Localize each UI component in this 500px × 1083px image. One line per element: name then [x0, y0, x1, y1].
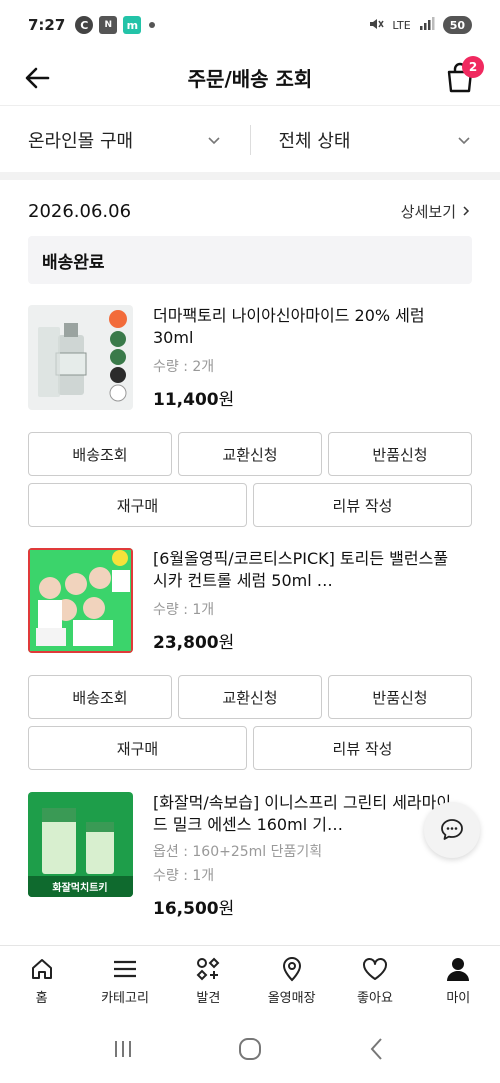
- reorder-button[interactable]: 재구매: [28, 483, 247, 527]
- product-price: 23,800원: [153, 633, 235, 653]
- nav-store-label: 올영매장: [267, 991, 316, 1006]
- order-header: 2026.06.06 상세보기: [28, 196, 472, 226]
- nav-likes-label: 좋아요: [357, 991, 393, 1006]
- nav-my[interactable]: 마이: [417, 946, 500, 1015]
- item-actions-row: 재구매 리뷰 작성: [28, 483, 472, 527]
- c-icon: C: [75, 16, 94, 34]
- nav-category[interactable]: 카테고리: [83, 946, 166, 1015]
- notification-dot-icon: [149, 22, 156, 28]
- exchange-request-button[interactable]: 교환신청: [178, 675, 322, 719]
- cart-button[interactable]: 2: [442, 56, 484, 96]
- order-item[interactable]: [6월올영픽/코르티스PICK] 토리든 밸런스풀 시카 컨트롤 세럼 50ml…: [28, 548, 472, 658]
- order-date: 2026.06.06: [28, 200, 132, 222]
- write-review-button[interactable]: 리뷰 작성: [253, 483, 472, 527]
- product-quantity: 수량 : 1개: [153, 602, 215, 618]
- return-request-button[interactable]: 반품신청: [328, 675, 472, 719]
- delivery-status-box: 배송완료: [28, 236, 472, 284]
- bottom-navigation: 홈 카테고리 발견 올영매장 좋아요 마이: [0, 945, 500, 1015]
- product-thumbnail[interactable]: 화잘먹치트키: [28, 792, 133, 897]
- person-icon: [447, 958, 470, 981]
- menu-icon: [113, 960, 136, 978]
- app-header: 주문/배송 조회 2: [0, 50, 500, 106]
- reorder-button[interactable]: 재구매: [28, 726, 247, 770]
- product-option: 옵션 : 160+25ml 단품기획: [153, 844, 323, 860]
- thumbnail-text: 화잘먹치트키: [52, 881, 107, 894]
- product-thumbnail[interactable]: [28, 548, 133, 653]
- chevron-down-icon: [207, 137, 220, 145]
- item-actions-row: 배송조회 교환신청 반품신청: [28, 675, 472, 719]
- nav-home[interactable]: 홈: [0, 946, 83, 1015]
- home-icon: [31, 959, 52, 979]
- status-bar: 7:27 C N m LTE 50: [0, 0, 500, 50]
- heart-icon: [362, 958, 387, 980]
- news-icon: N: [99, 16, 118, 34]
- product-name[interactable]: [화잘먹/속보습] 이니스프리 그린티 세라마이드 밀크 에센스 160ml 기…: [153, 792, 458, 836]
- chat-icon: [441, 819, 463, 840]
- return-request-button[interactable]: 반품신청: [328, 432, 472, 476]
- mute-icon: [368, 16, 385, 35]
- chevron-right-icon: [463, 206, 470, 216]
- m-icon: m: [123, 16, 142, 34]
- order-detail-link[interactable]: 상세보기: [401, 201, 472, 222]
- product-quantity: 수량 : 1개: [153, 868, 215, 884]
- item-actions-row: 배송조회 교환신청 반품신청: [28, 432, 472, 476]
- system-navigation-bar: [0, 1015, 500, 1083]
- nav-discover-label: 발견: [196, 991, 221, 1006]
- product-name[interactable]: 더마팩토리 나이아신아마이드 20% 세럼 30ml: [153, 305, 458, 349]
- status-right: LTE 50: [368, 16, 472, 35]
- home-circle-icon[interactable]: [237, 1036, 263, 1062]
- chat-button[interactable]: [424, 802, 480, 858]
- product-quantity: 수량 : 2개: [153, 359, 215, 375]
- product-name[interactable]: [6월올영픽/코르티스PICK] 토리든 밸런스풀 시카 컨트롤 세럼 50ml…: [153, 548, 458, 592]
- nav-home-label: 홈: [35, 991, 48, 1006]
- battery-icon: 50: [442, 16, 472, 34]
- order-item[interactable]: 화잘먹치트키 [화잘먹/속보습] 이니스프리 그린티 세라마이드 밀크 에센스 …: [28, 792, 472, 919]
- network-label: LTE: [392, 18, 411, 32]
- nav-likes[interactable]: 좋아요: [333, 946, 416, 1015]
- location-pin-icon: [282, 957, 301, 982]
- exchange-request-button[interactable]: 교환신청: [178, 432, 322, 476]
- order-item[interactable]: 더마팩토리 나이아신아마이드 20% 세럼 30ml 수량 : 2개 11,40…: [28, 305, 472, 415]
- signal-icon: [419, 16, 435, 34]
- page-title: 주문/배송 조회: [187, 67, 313, 91]
- nav-category-label: 카테고리: [101, 991, 149, 1006]
- product-thumbnail[interactable]: [28, 305, 133, 410]
- status-dropdown[interactable]: 전체 상태: [249, 125, 500, 155]
- purchase-channel-dropdown[interactable]: 온라인몰 구매: [0, 108, 250, 172]
- section-divider: [0, 172, 500, 180]
- item-actions-row: 재구매 리뷰 작성: [28, 726, 472, 770]
- write-review-button[interactable]: 리뷰 작성: [253, 726, 472, 770]
- filter-bar: 온라인몰 구매 전체 상태: [0, 108, 500, 172]
- back-button[interactable]: [22, 62, 54, 94]
- discover-icon: [196, 957, 220, 981]
- purchase-channel-label: 온라인몰 구매: [28, 131, 134, 152]
- cart-count-badge: 2: [462, 56, 484, 78]
- status-filter-label: 전체 상태: [278, 131, 351, 152]
- product-price: 11,400원: [153, 390, 235, 410]
- recent-apps-icon[interactable]: [110, 1036, 136, 1062]
- product-price: 16,500원: [153, 899, 235, 919]
- chevron-down-icon: [458, 137, 470, 145]
- nav-my-label: 마이: [446, 991, 471, 1006]
- nav-store[interactable]: 올영매장: [250, 946, 333, 1015]
- status-time: 7:27: [28, 16, 66, 34]
- track-delivery-button[interactable]: 배송조회: [28, 675, 172, 719]
- nav-discover[interactable]: 발견: [167, 946, 250, 1015]
- back-arrow-icon: [25, 67, 50, 89]
- track-delivery-button[interactable]: 배송조회: [28, 432, 172, 476]
- back-chevron-icon[interactable]: [364, 1036, 390, 1062]
- order-detail-label: 상세보기: [400, 202, 456, 221]
